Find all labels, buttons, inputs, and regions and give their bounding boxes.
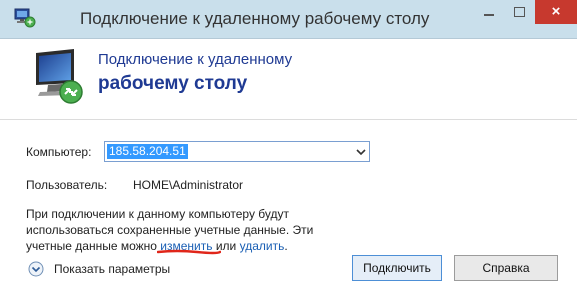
rdp-window: Подключение к удаленному рабочему столу …: [0, 0, 577, 286]
user-label: Пользователь:: [26, 178, 108, 192]
remote-desktop-monitor-icon: [36, 49, 83, 104]
close-icon: ×: [551, 3, 561, 20]
remote-desktop-icon: [14, 8, 36, 28]
computer-combobox[interactable]: 185.58.204.51: [104, 141, 370, 162]
info-line-1: При подключении к данному компьютеру буд…: [26, 207, 289, 221]
close-button[interactable]: ×: [535, 0, 577, 24]
user-value: HOME\Administrator: [133, 178, 244, 192]
red-annotation-underline: [157, 249, 221, 255]
minimize-button[interactable]: [473, 0, 505, 24]
title-bar[interactable]: Подключение к удаленному рабочему столу …: [0, 0, 577, 39]
expand-circle-icon[interactable]: [28, 261, 44, 277]
credentials-info: При подключении к данному компьютеру буд…: [26, 206, 313, 254]
banner-title-line2: рабочему столу: [98, 73, 248, 94]
chevron-down-icon[interactable]: [356, 147, 366, 157]
info-line-3-suffix: .: [284, 239, 288, 253]
maximize-button[interactable]: [505, 0, 535, 24]
minimize-icon: [484, 14, 494, 16]
info-line-3-prefix: учетные данные можно: [26, 239, 161, 253]
maximize-icon: [514, 7, 525, 17]
banner-title-line1: Подключение к удаленному: [98, 51, 293, 68]
help-button[interactable]: Справка: [454, 255, 558, 281]
window-title: Подключение к удаленному рабочему столу: [80, 9, 430, 28]
computer-input-value[interactable]: 185.58.204.51: [107, 144, 188, 159]
show-options-label[interactable]: Показать параметры: [54, 262, 170, 276]
computer-label: Компьютер:: [26, 145, 92, 159]
connect-button[interactable]: Подключить: [352, 255, 442, 281]
header-banner: Подключение к удаленному рабочему столу: [0, 39, 577, 120]
delete-credentials-link[interactable]: удалить: [240, 239, 285, 253]
info-line-2: использоваться сохраненные учетные данны…: [26, 223, 314, 237]
